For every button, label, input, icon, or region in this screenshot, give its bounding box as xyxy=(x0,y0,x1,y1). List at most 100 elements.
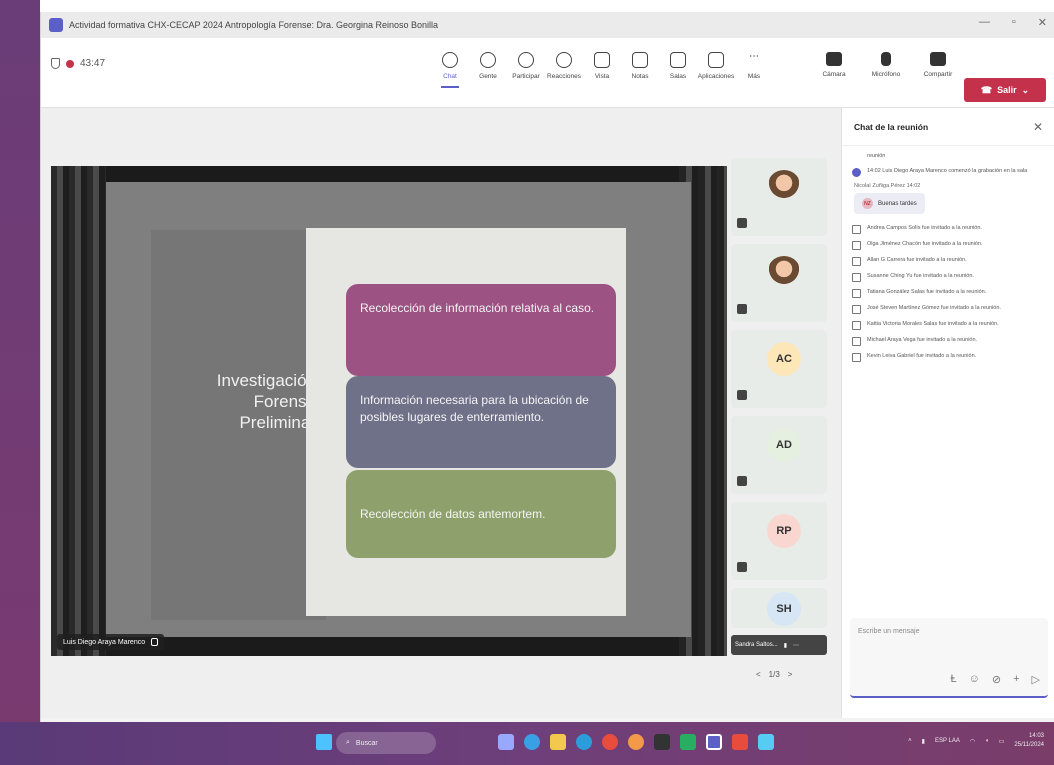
system-message: Tatiana González Salas fue invitado a la… xyxy=(852,288,1046,298)
participant-tile[interactable]: AD xyxy=(731,416,827,494)
send-icon[interactable]: ▷ xyxy=(1032,673,1040,686)
leave-button[interactable]: ☎ Salir ⌄ xyxy=(964,78,1046,102)
system-message: Olga Jiménez Chacón fue invitado a la re… xyxy=(852,240,1046,250)
teams-meeting-window: Actividad formativa CHX-CECAP 2024 Antro… xyxy=(40,12,1054,722)
language-indicator[interactable]: ESP LAA xyxy=(935,738,960,744)
shield-icon[interactable] xyxy=(51,58,60,69)
maximize-button[interactable]: ▫ xyxy=(1012,16,1016,29)
task-view-icon[interactable] xyxy=(498,734,514,750)
file-explorer-icon[interactable] xyxy=(550,734,566,750)
invite-icon xyxy=(852,305,861,314)
format-icon[interactable]: Ⱡ xyxy=(951,673,957,686)
widgets-icon[interactable] xyxy=(524,734,540,750)
participant-tile[interactable]: SH xyxy=(731,588,827,628)
search-icon: ⌕ xyxy=(346,739,350,746)
raise-hand-button[interactable]: Participar xyxy=(507,52,545,88)
minimize-button[interactable]: — xyxy=(979,16,990,29)
chat-bubble-text: Buenas tardes xyxy=(878,200,917,207)
chat-bubble[interactable]: NZ Buenas tardes xyxy=(854,193,925,214)
app-icon[interactable] xyxy=(758,734,774,750)
more-options-icon[interactable]: ⋯ xyxy=(793,642,799,649)
windows-start-icon[interactable] xyxy=(316,734,332,750)
window-title: Actividad formativa CHX-CECAP 2024 Antro… xyxy=(69,20,439,30)
meeting-stage: Investigación Forense Preliminar Recolec… xyxy=(41,108,841,718)
rooms-button[interactable]: Salas xyxy=(659,52,697,88)
system-message-text: Kattia Victoria Morales Salas fue invita… xyxy=(867,321,999,327)
wifi-icon[interactable]: ◠ xyxy=(970,738,975,745)
invite-icon xyxy=(852,225,861,234)
plus-icon[interactable]: + xyxy=(1013,673,1019,686)
desktop-background xyxy=(0,0,40,765)
screen: Actividad formativa CHX-CECAP 2024 Antro… xyxy=(0,0,1054,765)
participant-tile[interactable] xyxy=(731,244,827,322)
toolbar-actions: Chat Gente Participar Reacciones Vista N… xyxy=(431,52,773,88)
chat-fragment-text: reunión xyxy=(867,153,886,159)
participant-tile[interactable]: AC xyxy=(731,330,827,408)
meeting-chat-panel: Chat de la reunión ✕ reunión 14:02 Luis … xyxy=(841,108,1054,718)
notes-button[interactable]: Notas xyxy=(621,52,659,88)
apps-button[interactable]: Aplicaciones xyxy=(697,52,735,88)
recording-icon[interactable] xyxy=(66,59,74,68)
clock[interactable]: 14:03 25/11/2024 xyxy=(1014,732,1044,750)
camera-off-icon xyxy=(826,52,842,66)
leave-label: Salir xyxy=(997,85,1017,95)
emoji-icon[interactable]: ☺ xyxy=(969,673,980,686)
system-message: Kattia Victoria Morales Salas fue invita… xyxy=(852,320,1046,330)
system-message-text: Allan G Carrera fue invitado a la reunió… xyxy=(867,257,967,263)
edge-icon[interactable] xyxy=(576,734,592,750)
shared-video-feed: Investigación Forense Preliminar Recolec… xyxy=(51,166,727,656)
participant-avatar: SH xyxy=(767,592,801,626)
app-icon[interactable] xyxy=(732,734,748,750)
camera-button[interactable]: Cámara xyxy=(813,52,855,78)
close-icon[interactable]: ✕ xyxy=(1033,120,1043,134)
system-message: Andrea Campos Solís fue invitado a la re… xyxy=(852,224,1046,234)
reactions-button[interactable]: Reacciones xyxy=(545,52,583,88)
more-button[interactable]: ⋯ Más xyxy=(735,52,773,88)
chevron-down-icon[interactable]: ⌄ xyxy=(1022,85,1030,96)
app-icon[interactable] xyxy=(680,734,696,750)
microphone-button[interactable]: Micrófono xyxy=(865,52,907,78)
microphone-off-icon xyxy=(881,52,891,66)
next-page-button[interactable]: > xyxy=(788,670,793,679)
taskbar-apps xyxy=(498,734,774,750)
people-button[interactable]: Gente xyxy=(469,52,507,88)
rooms-label: Salas xyxy=(669,73,687,80)
windows-taskbar: ⌕ Buscar ˄ ▮ ESP LAA ◠ ◖ ▭ 14:03 25/11/2… xyxy=(0,722,1054,765)
taskbar-search[interactable]: ⌕ Buscar xyxy=(336,732,436,754)
system-message-text: Andrea Campos Solís fue invitado a la re… xyxy=(867,225,982,231)
volume-icon[interactable]: ◖ xyxy=(985,738,989,744)
hand-icon xyxy=(518,52,534,68)
slide-box-3: Recolección de datos antemortem. xyxy=(346,470,616,558)
chat-message-list[interactable]: reunión 14:02 Luis Diego Araya Marenco c… xyxy=(842,148,1054,604)
chat-label: Chat xyxy=(443,73,457,80)
chrome-icon[interactable] xyxy=(602,734,618,750)
participant-tile[interactable]: RP xyxy=(731,502,827,580)
camera-label: Cámara xyxy=(822,71,846,78)
share-screen-icon xyxy=(930,52,946,66)
slide-title-line-3: Preliminar xyxy=(239,413,316,432)
chat-button[interactable]: Chat xyxy=(431,52,469,88)
invite-icon xyxy=(852,337,861,346)
previous-page-button[interactable]: < xyxy=(756,670,761,679)
app-tray-icon[interactable]: ▮ xyxy=(922,738,925,745)
message-compose-box[interactable]: Escribe un mensaje Ⱡ ☺ ⊘ + ▷ xyxy=(850,618,1048,698)
terminal-icon[interactable] xyxy=(654,734,670,750)
clock-date: 25/11/2024 xyxy=(1014,742,1044,748)
invite-icon xyxy=(852,241,861,250)
meeting-timer: 43:47 xyxy=(80,58,106,69)
share-label: Compartir xyxy=(923,71,953,78)
share-button[interactable]: Compartir xyxy=(917,52,959,78)
mic-icon: ▮ xyxy=(783,642,788,649)
battery-icon[interactable]: ▭ xyxy=(999,738,1005,745)
close-window-button[interactable]: ✕ xyxy=(1038,16,1047,29)
firefox-icon[interactable] xyxy=(628,734,644,750)
teams-taskbar-icon[interactable] xyxy=(706,734,722,750)
slide-title: Investigación Forense Preliminar xyxy=(156,370,316,433)
attach-icon[interactable]: ⊘ xyxy=(992,673,1001,686)
phone-icon: ☎ xyxy=(980,84,993,95)
system-message: Kevin Leiva Gabriel fue invitado a la re… xyxy=(852,352,1046,362)
participant-pager: < 1/3 > xyxy=(756,670,792,679)
chevron-up-icon[interactable]: ˄ xyxy=(908,738,912,744)
view-button[interactable]: Vista xyxy=(583,52,621,88)
participant-tile[interactable] xyxy=(731,158,827,236)
